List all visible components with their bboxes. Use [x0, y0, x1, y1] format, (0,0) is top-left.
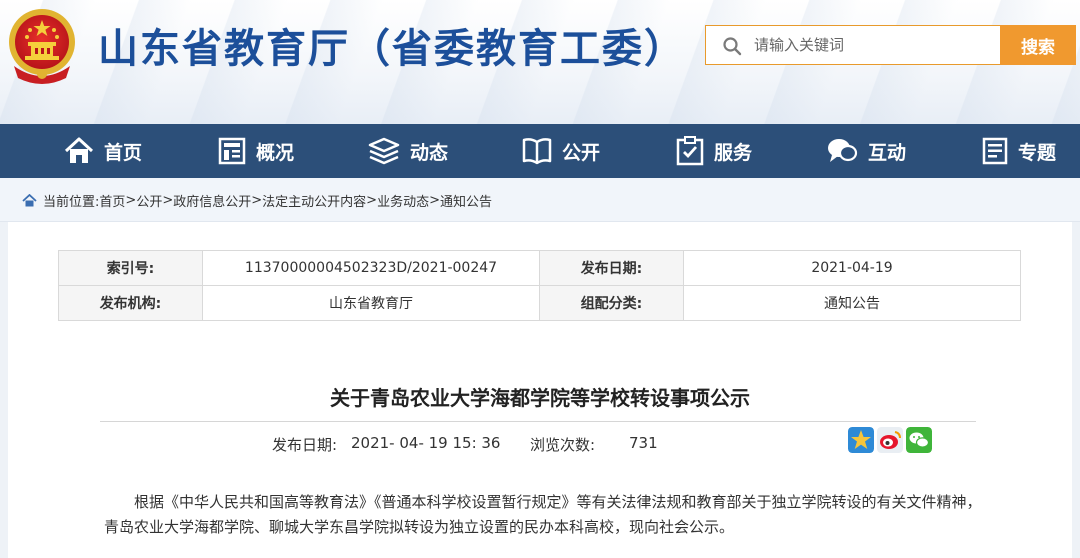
nav-label-home: 首页 — [104, 141, 143, 164]
pub-date-label: 发布日期: — [272, 436, 338, 454]
nav-label-open: 公开 — [562, 141, 601, 164]
nav-label-service: 服务 — [714, 141, 753, 164]
wechat-icon[interactable] — [906, 427, 932, 453]
breadcrumb-link[interactable]: 政府信息公开 — [173, 191, 251, 210]
search-box: 搜索 — [705, 25, 1076, 65]
index-value: 11370000004502323D/2021-00247 — [202, 250, 540, 286]
site-header: 山东省教育厅（省委教育工委） 搜索 — [0, 0, 1080, 124]
views-label: 浏览次数: — [530, 436, 596, 454]
article-title: 关于青岛农业大学海都学院等学校转设事项公示 — [330, 386, 750, 410]
breadcrumb-sep: > — [162, 193, 174, 208]
breadcrumb-link[interactable]: 首页 — [99, 191, 125, 210]
nav-label-news: 动态 — [410, 141, 449, 164]
nav-item-home[interactable]: 首页 — [64, 124, 142, 178]
nav-item-open[interactable]: 公开 — [522, 124, 600, 178]
pub-date-value: 2021- 04- 19 15: 36 — [351, 434, 501, 452]
index-label: 索引号: — [58, 250, 203, 286]
breadcrumb-sep: > — [251, 193, 263, 208]
breadcrumb-link[interactable]: 法定主动公开内容 — [262, 191, 366, 210]
breadcrumb-prefix: 当前位置: — [43, 195, 100, 210]
category-label: 组配分类: — [539, 285, 684, 321]
news-stack-icon — [368, 137, 400, 165]
title-divider — [100, 421, 976, 422]
breadcrumb-sep: > — [429, 193, 440, 208]
nav-item-news[interactable]: 动态 — [368, 124, 448, 178]
topic-icon — [982, 137, 1008, 165]
article-panel: 索引号: 11370000004502323D/2021-00247 发布日期:… — [8, 222, 1072, 558]
nav-label-overview: 概况 — [256, 141, 295, 164]
breadcrumb-link[interactable]: 通知公告 — [440, 191, 492, 210]
breadcrumb-link[interactable]: 公开 — [136, 191, 162, 210]
nav-item-service[interactable]: 服务 — [676, 124, 752, 178]
article-paragraph: 根据《中华人民共和国高等教育法》《普通本科学校设置暂行规定》等有关法律法规和教育… — [104, 493, 982, 536]
date-value: 2021-04-19 — [683, 250, 1021, 286]
home-icon — [64, 137, 94, 163]
overview-icon — [218, 137, 246, 165]
main-nav: 首页 概况 动态 公开 服务 互动 专题 — [0, 124, 1080, 178]
search-icon — [723, 37, 742, 56]
breadcrumb-link[interactable]: 业务动态 — [377, 191, 429, 210]
metadata-table: 索引号: 11370000004502323D/2021-00247 发布日期:… — [58, 250, 1021, 321]
breadcrumb-bar: 当前位置: 首页 > 公开 > 政府信息公开 > 法定主动公开内容 > 业务动态 > 通知… — [0, 178, 1080, 222]
org-value: 山东省教育厅 — [202, 285, 540, 321]
service-icon — [676, 136, 704, 166]
chat-icon — [828, 139, 858, 162]
breadcrumb-sep: > — [366, 193, 378, 208]
open-book-icon — [522, 138, 552, 165]
breadcrumb-sep: > — [125, 193, 137, 208]
search-button[interactable]: 搜索 — [1000, 25, 1076, 65]
nav-item-topic[interactable]: 专题 — [982, 124, 1056, 178]
views-value: 731 — [629, 434, 658, 452]
date-label: 发布日期: — [539, 250, 684, 286]
category-value: 通知公告 — [683, 285, 1021, 321]
nav-label-interact: 互动 — [868, 141, 907, 164]
org-label: 发布机构: — [58, 285, 203, 321]
breadcrumb: 当前位置: 首页 > 公开 > 政府信息公开 > 法定主动公开内容 > 业务动态 > 通知… — [22, 191, 492, 210]
qzone-star-icon[interactable] — [848, 427, 874, 453]
site-title: 山东省教育厅（省委教育工委） — [98, 26, 686, 72]
article-body: 根据《中华人民共和国高等教育法》《普通本科学校设置暂行规定》等有关法律法规和教育… — [104, 490, 984, 540]
weibo-icon[interactable] — [877, 427, 903, 453]
nav-label-topic: 专题 — [1018, 141, 1057, 164]
table-row: 发布机构: 山东省教育厅 组配分类: 通知公告 — [58, 285, 1021, 321]
table-row: 索引号: 11370000004502323D/2021-00247 发布日期:… — [58, 250, 1021, 286]
nav-item-interact[interactable]: 互动 — [826, 124, 906, 178]
national-emblem-icon — [9, 9, 75, 84]
search-input[interactable] — [754, 26, 994, 64]
location-home-icon — [22, 194, 37, 207]
nav-item-overview[interactable]: 概况 — [218, 124, 294, 178]
